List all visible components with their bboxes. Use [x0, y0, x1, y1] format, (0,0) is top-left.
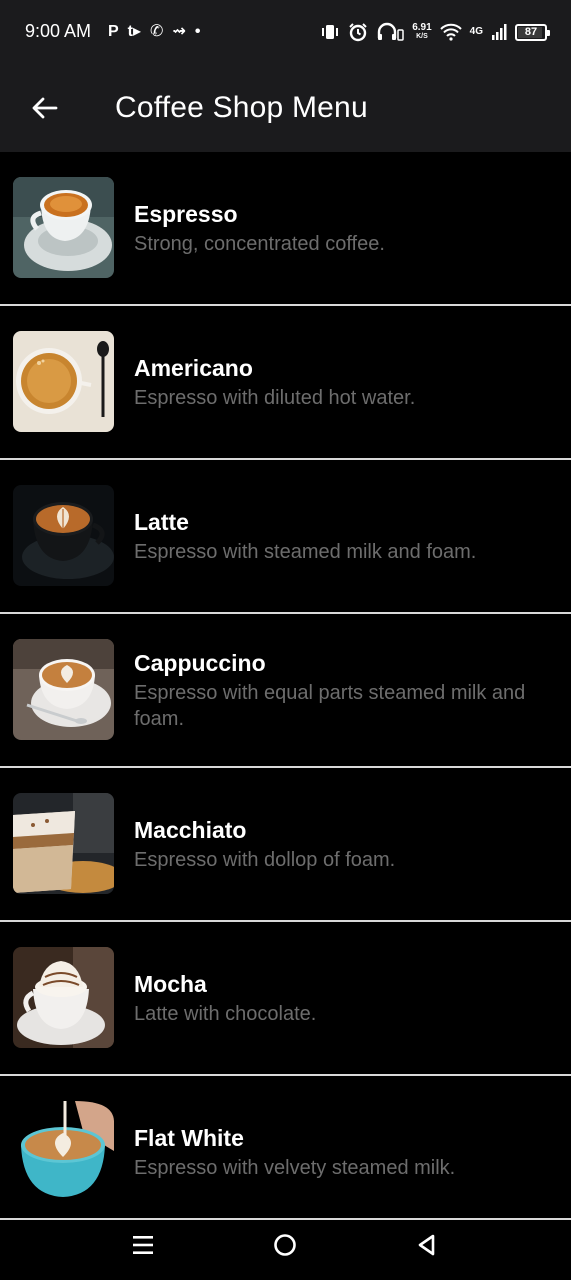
list-item-latte[interactable]: Latte Espresso with steamed milk and foa… [0, 460, 571, 614]
app-bar: Coffee Shop Menu [0, 64, 571, 152]
item-name: Macchiato [134, 817, 247, 843]
item-description: Espresso with equal parts steamed milk a… [134, 682, 526, 730]
arrow-left-icon [32, 97, 58, 119]
notification-icons: P t▸ ✆ ⇝ • [108, 21, 200, 43]
item-description: Espresso with velvety steamed milk. [134, 1157, 456, 1179]
dot-icon: • [194, 23, 201, 40]
list-item-macchiato[interactable]: Macchiato Espresso with dollop of foam. [0, 768, 571, 922]
home-button[interactable] [263, 1228, 307, 1262]
whatsapp-icon: ✆ [150, 23, 164, 40]
status-bar: 9:00 AM P t▸ ✆ ⇝ • 6.91 K/S 4G 87 [0, 0, 571, 64]
wave-icon: ⇝ [172, 23, 186, 40]
list-item-flat-white[interactable]: Flat White Espresso with velvety steamed… [0, 1076, 571, 1230]
network-speed: 6.91 K/S [412, 23, 431, 41]
system-navigation-bar [0, 1218, 571, 1280]
item-name: Mocha [134, 971, 207, 997]
item-description: Espresso with dollop of foam. [134, 849, 396, 871]
system-icons: 6.91 K/S 4G 87 [320, 18, 550, 46]
espresso-image [13, 177, 114, 278]
item-description: Strong, concentrated coffee. [134, 233, 385, 255]
list-item-americano[interactable]: Americano Espresso with diluted hot wate… [0, 306, 571, 460]
list-item-cappuccino[interactable]: Cappuccino Espresso with equal parts ste… [0, 614, 571, 768]
recent-apps-button[interactable] [121, 1228, 165, 1262]
back-button[interactable] [22, 86, 66, 130]
status-time: 9:00 AM [25, 21, 92, 41]
item-description: Espresso with steamed milk and foam. [134, 541, 477, 563]
item-name: Cappuccino [134, 650, 266, 676]
macchiato-image [13, 793, 114, 894]
alarm-icon [349, 23, 367, 42]
headphones-icon [377, 22, 404, 41]
item-description: Latte with chocolate. [134, 1003, 317, 1025]
signal-icon [492, 24, 507, 40]
menu-icon [133, 1236, 153, 1254]
latte-image [13, 485, 114, 586]
back-triangle-icon [418, 1234, 435, 1256]
item-description: Espresso with diluted hot water. [134, 387, 416, 409]
item-name: Latte [134, 509, 189, 535]
item-name: Espresso [134, 201, 238, 227]
coffee-menu-list: Espresso Strong, concentrated coffee. Am… [0, 152, 571, 1230]
home-circle-icon [274, 1234, 296, 1256]
americano-image [13, 331, 114, 432]
speed-value: 6.91 [412, 22, 432, 33]
list-item-mocha[interactable]: Mocha Latte with chocolate. [0, 922, 571, 1076]
item-name: Flat White [134, 1125, 244, 1151]
p-app-icon: P [108, 23, 119, 40]
battery-level: 87 [524, 26, 538, 38]
speed-unit: K/S [416, 33, 428, 40]
flat-white-image [13, 1101, 114, 1202]
page-title: Coffee Shop Menu [115, 91, 368, 124]
vibrate-icon [322, 25, 339, 39]
item-name: Americano [134, 355, 253, 381]
mocha-image [13, 947, 114, 1048]
cappuccino-image [13, 639, 114, 740]
list-item-espresso[interactable]: Espresso Strong, concentrated coffee. [0, 152, 571, 306]
back-nav-button[interactable] [405, 1228, 449, 1262]
battery-icon: 87 [515, 23, 550, 41]
t-app-icon: t▸ [127, 23, 142, 40]
network-type: 4G [469, 26, 483, 37]
wifi-icon [439, 23, 462, 41]
